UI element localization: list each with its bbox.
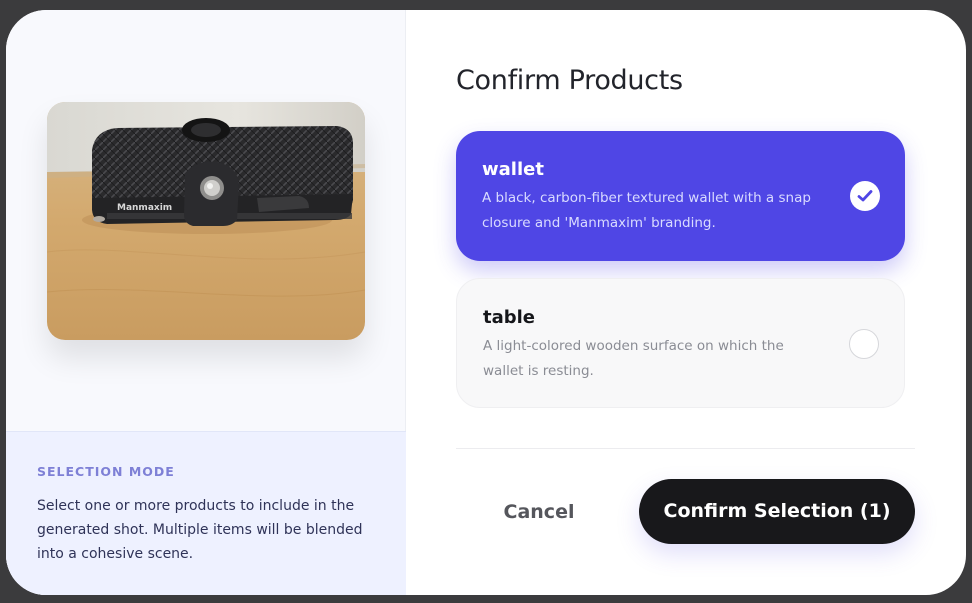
selection-mode-info: SELECTION MODE Select one or more produc… bbox=[6, 431, 406, 595]
checkmark-glyph bbox=[857, 190, 873, 202]
preview-panel: Manmaxim SELECTION MODE Select one or mo… bbox=[6, 10, 406, 595]
product-photo-image: Manmaxim bbox=[47, 102, 365, 340]
product-description: A black, carbon-fiber textured wallet wi… bbox=[482, 190, 811, 231]
selection-mode-description: Select one or more products to include i… bbox=[37, 498, 363, 562]
product-description: A light-colored wooden surface on which … bbox=[483, 338, 784, 379]
product-card-table[interactable]: table A light-colored wooden surface on … bbox=[456, 278, 905, 408]
divider bbox=[456, 448, 915, 449]
page-title: Confirm Products bbox=[456, 65, 683, 96]
product-photo: Manmaxim bbox=[47, 102, 365, 340]
product-name: table bbox=[483, 307, 536, 328]
product-selection-panel: Confirm Products wallet A black, carbon-… bbox=[406, 10, 966, 595]
confirm-products-modal: Manmaxim SELECTION MODE Select one or mo… bbox=[6, 10, 966, 595]
cancel-button[interactable]: Cancel bbox=[489, 479, 589, 545]
photo-brand-text: Manmaxim bbox=[117, 203, 172, 213]
selection-mode-title: SELECTION MODE bbox=[37, 464, 175, 479]
product-name: wallet bbox=[482, 159, 544, 180]
confirm-selection-button[interactable]: Confirm Selection (1) bbox=[639, 479, 915, 544]
product-card-wallet[interactable]: wallet A black, carbon-fiber textured wa… bbox=[456, 131, 905, 261]
check-icon[interactable] bbox=[850, 181, 880, 211]
empty-circle-icon[interactable] bbox=[849, 329, 879, 359]
